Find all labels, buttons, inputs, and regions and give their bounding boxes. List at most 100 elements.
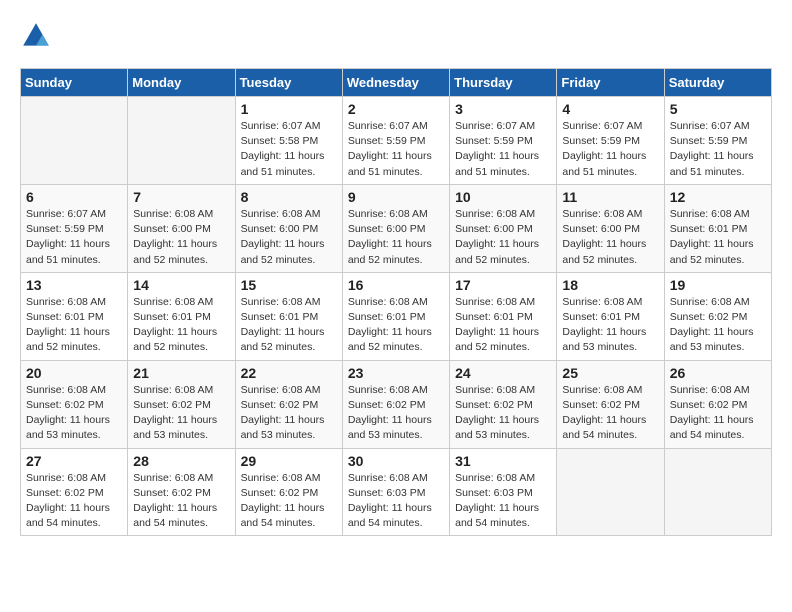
day-info: Sunrise: 6:08 AM Sunset: 6:02 PM Dayligh… — [26, 383, 122, 444]
day-number: 16 — [348, 277, 444, 293]
calendar-week-1: 1 Sunrise: 6:07 AM Sunset: 5:58 PM Daylig… — [21, 97, 772, 185]
day-header-thursday: Thursday — [450, 69, 557, 97]
calendar-week-4: 20 Sunrise: 6:08 AM Sunset: 6:02 PM Dayli… — [21, 360, 772, 448]
calendar-cell: 1 Sunrise: 6:07 AM Sunset: 5:58 PM Daylig… — [235, 97, 342, 185]
calendar-cell: 8Sunrise: 6:08 AM Sunset: 6:00 PM Daylig… — [235, 184, 342, 272]
day-header-sunday: Sunday — [21, 69, 128, 97]
day-number: 14 — [133, 277, 229, 293]
calendar-cell: 14 Sunrise: 6:08 AM Sunset: 6:01 PM Dayli… — [128, 272, 235, 360]
day-info: Sunrise: 6:08 AM Sunset: 6:02 PM Dayligh… — [670, 295, 766, 356]
page-header — [20, 20, 772, 52]
calendar-cell: 7 Sunrise: 6:08 AM Sunset: 6:00 PM Daylig… — [128, 184, 235, 272]
day-number: 29 — [241, 453, 337, 469]
calendar-cell: 9Sunrise: 6:08 AM Sunset: 6:00 PM Daylig… — [342, 184, 449, 272]
calendar-cell: 3 Sunrise: 6:07 AM Sunset: 5:59 PM Daylig… — [450, 97, 557, 185]
calendar-cell: 20 Sunrise: 6:08 AM Sunset: 6:02 PM Dayli… — [21, 360, 128, 448]
day-info: Sunrise: 6:08 AM Sunset: 6:01 PM Dayligh… — [562, 295, 658, 356]
day-number: 18 — [562, 277, 658, 293]
calendar-cell: 19 Sunrise: 6:08 AM Sunset: 6:02 PM Dayli… — [664, 272, 771, 360]
day-number: 23 — [348, 365, 444, 381]
day-number: 5 — [670, 101, 766, 117]
day-number: 7 — [133, 189, 229, 205]
day-info: Sunrise: 6:08 AM Sunset: 6:02 PM Dayligh… — [455, 383, 551, 444]
day-info: Sunrise: 6:07 AM Sunset: 5:59 PM Dayligh… — [348, 119, 444, 180]
calendar-cell: 5 Sunrise: 6:07 AM Sunset: 5:59 PM Daylig… — [664, 97, 771, 185]
calendar-cell: 11Sunrise: 6:08 AM Sunset: 6:00 PM Dayli… — [557, 184, 664, 272]
calendar-week-5: 27 Sunrise: 6:08 AM Sunset: 6:02 PM Dayli… — [21, 448, 772, 536]
day-info: Sunrise: 6:08 AM Sunset: 6:00 PM Dayligh… — [562, 207, 658, 268]
day-number: 13 — [26, 277, 122, 293]
day-number: 30 — [348, 453, 444, 469]
day-number: 27 — [26, 453, 122, 469]
day-number: 21 — [133, 365, 229, 381]
day-header-monday: Monday — [128, 69, 235, 97]
day-info: Sunrise: 6:08 AM Sunset: 6:02 PM Dayligh… — [670, 383, 766, 444]
day-info: Sunrise: 6:08 AM Sunset: 6:01 PM Dayligh… — [455, 295, 551, 356]
calendar-cell: 12Sunrise: 6:08 AM Sunset: 6:01 PM Dayli… — [664, 184, 771, 272]
day-number: 22 — [241, 365, 337, 381]
day-header-tuesday: Tuesday — [235, 69, 342, 97]
day-number: 3 — [455, 101, 551, 117]
calendar-cell: 18 Sunrise: 6:08 AM Sunset: 6:01 PM Dayli… — [557, 272, 664, 360]
calendar-cell: 29 Sunrise: 6:08 AM Sunset: 6:02 PM Dayli… — [235, 448, 342, 536]
calendar-cell: 28Sunrise: 6:08 AM Sunset: 6:02 PM Dayli… — [128, 448, 235, 536]
calendar-cell: 13 Sunrise: 6:08 AM Sunset: 6:01 PM Dayli… — [21, 272, 128, 360]
day-info: Sunrise: 6:08 AM Sunset: 6:03 PM Dayligh… — [348, 471, 444, 532]
day-number: 10 — [455, 189, 551, 205]
day-number: 20 — [26, 365, 122, 381]
day-number: 6 — [26, 189, 122, 205]
day-info: Sunrise: 6:08 AM Sunset: 6:00 PM Dayligh… — [348, 207, 444, 268]
calendar-cell: 23 Sunrise: 6:08 AM Sunset: 6:02 PM Dayli… — [342, 360, 449, 448]
day-number: 4 — [562, 101, 658, 117]
day-info: Sunrise: 6:08 AM Sunset: 6:02 PM Dayligh… — [241, 383, 337, 444]
calendar-cell — [21, 97, 128, 185]
calendar-cell — [128, 97, 235, 185]
day-info: Sunrise: 6:07 AM Sunset: 5:59 PM Dayligh… — [455, 119, 551, 180]
calendar-cell: 17 Sunrise: 6:08 AM Sunset: 6:01 PM Dayli… — [450, 272, 557, 360]
day-number: 25 — [562, 365, 658, 381]
calendar-header: SundayMondayTuesdayWednesdayThursdayFrid… — [21, 69, 772, 97]
calendar-cell: 26Sunrise: 6:08 AM Sunset: 6:02 PM Dayli… — [664, 360, 771, 448]
day-number: 17 — [455, 277, 551, 293]
day-info: Sunrise: 6:08 AM Sunset: 6:03 PM Dayligh… — [455, 471, 551, 532]
calendar-cell: 15 Sunrise: 6:08 AM Sunset: 6:01 PM Dayli… — [235, 272, 342, 360]
day-number: 15 — [241, 277, 337, 293]
day-header-friday: Friday — [557, 69, 664, 97]
calendar-cell: 10Sunrise: 6:08 AM Sunset: 6:00 PM Dayli… — [450, 184, 557, 272]
calendar-cell: 31 Sunrise: 6:08 AM Sunset: 6:03 PM Dayli… — [450, 448, 557, 536]
calendar-week-3: 13 Sunrise: 6:08 AM Sunset: 6:01 PM Dayli… — [21, 272, 772, 360]
day-number: 8 — [241, 189, 337, 205]
day-header-saturday: Saturday — [664, 69, 771, 97]
day-number: 19 — [670, 277, 766, 293]
day-info: Sunrise: 6:08 AM Sunset: 6:02 PM Dayligh… — [348, 383, 444, 444]
calendar-cell: 25Sunrise: 6:08 AM Sunset: 6:02 PM Dayli… — [557, 360, 664, 448]
calendar-cell: 22 Sunrise: 6:08 AM Sunset: 6:02 PM Dayli… — [235, 360, 342, 448]
day-number: 31 — [455, 453, 551, 469]
day-info: Sunrise: 6:08 AM Sunset: 6:00 PM Dayligh… — [133, 207, 229, 268]
calendar-cell: 2 Sunrise: 6:07 AM Sunset: 5:59 PM Daylig… — [342, 97, 449, 185]
day-number: 24 — [455, 365, 551, 381]
day-info: Sunrise: 6:08 AM Sunset: 6:02 PM Dayligh… — [133, 471, 229, 532]
calendar-cell — [664, 448, 771, 536]
day-number: 12 — [670, 189, 766, 205]
calendar-cell: 6 Sunrise: 6:07 AM Sunset: 5:59 PM Daylig… — [21, 184, 128, 272]
day-info: Sunrise: 6:08 AM Sunset: 6:01 PM Dayligh… — [241, 295, 337, 356]
day-info: Sunrise: 6:08 AM Sunset: 6:02 PM Dayligh… — [241, 471, 337, 532]
day-info: Sunrise: 6:07 AM Sunset: 5:58 PM Dayligh… — [241, 119, 337, 180]
day-number: 2 — [348, 101, 444, 117]
calendar-cell: 16Sunrise: 6:08 AM Sunset: 6:01 PM Dayli… — [342, 272, 449, 360]
day-info: Sunrise: 6:07 AM Sunset: 5:59 PM Dayligh… — [670, 119, 766, 180]
logo-icon — [20, 20, 52, 52]
day-info: Sunrise: 6:08 AM Sunset: 6:01 PM Dayligh… — [133, 295, 229, 356]
calendar-table: SundayMondayTuesdayWednesdayThursdayFrid… — [20, 68, 772, 536]
day-number: 1 — [241, 101, 337, 117]
day-header-wednesday: Wednesday — [342, 69, 449, 97]
day-info: Sunrise: 6:07 AM Sunset: 5:59 PM Dayligh… — [26, 207, 122, 268]
day-info: Sunrise: 6:07 AM Sunset: 5:59 PM Dayligh… — [562, 119, 658, 180]
calendar-cell: 21 Sunrise: 6:08 AM Sunset: 6:02 PM Dayli… — [128, 360, 235, 448]
calendar-cell: 30 Sunrise: 6:08 AM Sunset: 6:03 PM Dayli… — [342, 448, 449, 536]
calendar-week-2: 6 Sunrise: 6:07 AM Sunset: 5:59 PM Daylig… — [21, 184, 772, 272]
calendar-cell: 24 Sunrise: 6:08 AM Sunset: 6:02 PM Dayli… — [450, 360, 557, 448]
day-info: Sunrise: 6:08 AM Sunset: 6:02 PM Dayligh… — [133, 383, 229, 444]
day-info: Sunrise: 6:08 AM Sunset: 6:01 PM Dayligh… — [26, 295, 122, 356]
